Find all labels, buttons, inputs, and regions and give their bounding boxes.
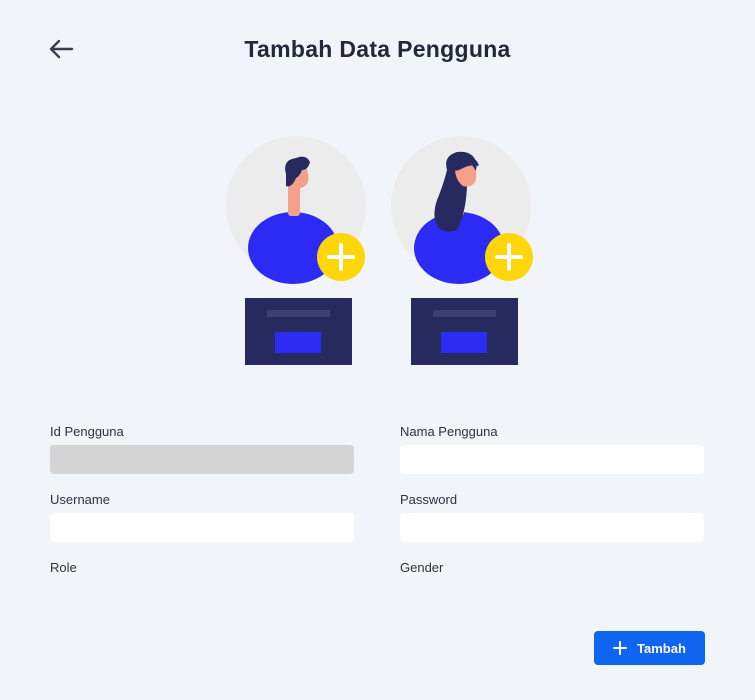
- add-female-user-icon: [391, 136, 533, 365]
- id-pengguna-label: Id Pengguna: [50, 424, 124, 439]
- tambah-button-label: Tambah: [637, 640, 686, 656]
- nama-pengguna-field[interactable]: [400, 445, 704, 474]
- role-label: Role: [50, 560, 77, 575]
- add-male-user-illustration: [220, 130, 380, 375]
- username-field[interactable]: [50, 513, 354, 542]
- nama-pengguna-label: Nama Pengguna: [400, 424, 498, 439]
- password-field[interactable]: [400, 513, 704, 542]
- gender-label: Gender: [400, 560, 444, 575]
- page-title: Tambah Data Pengguna: [244, 36, 511, 62]
- plus-icon: [613, 641, 628, 655]
- add-female-user-illustration: [387, 130, 547, 375]
- id-pengguna-field[interactable]: [50, 445, 354, 474]
- tambah-button[interactable]: Tambah: [594, 631, 705, 665]
- username-label: Username: [50, 492, 110, 507]
- password-label: Password: [400, 492, 458, 507]
- add-male-user-icon: [226, 136, 366, 365]
